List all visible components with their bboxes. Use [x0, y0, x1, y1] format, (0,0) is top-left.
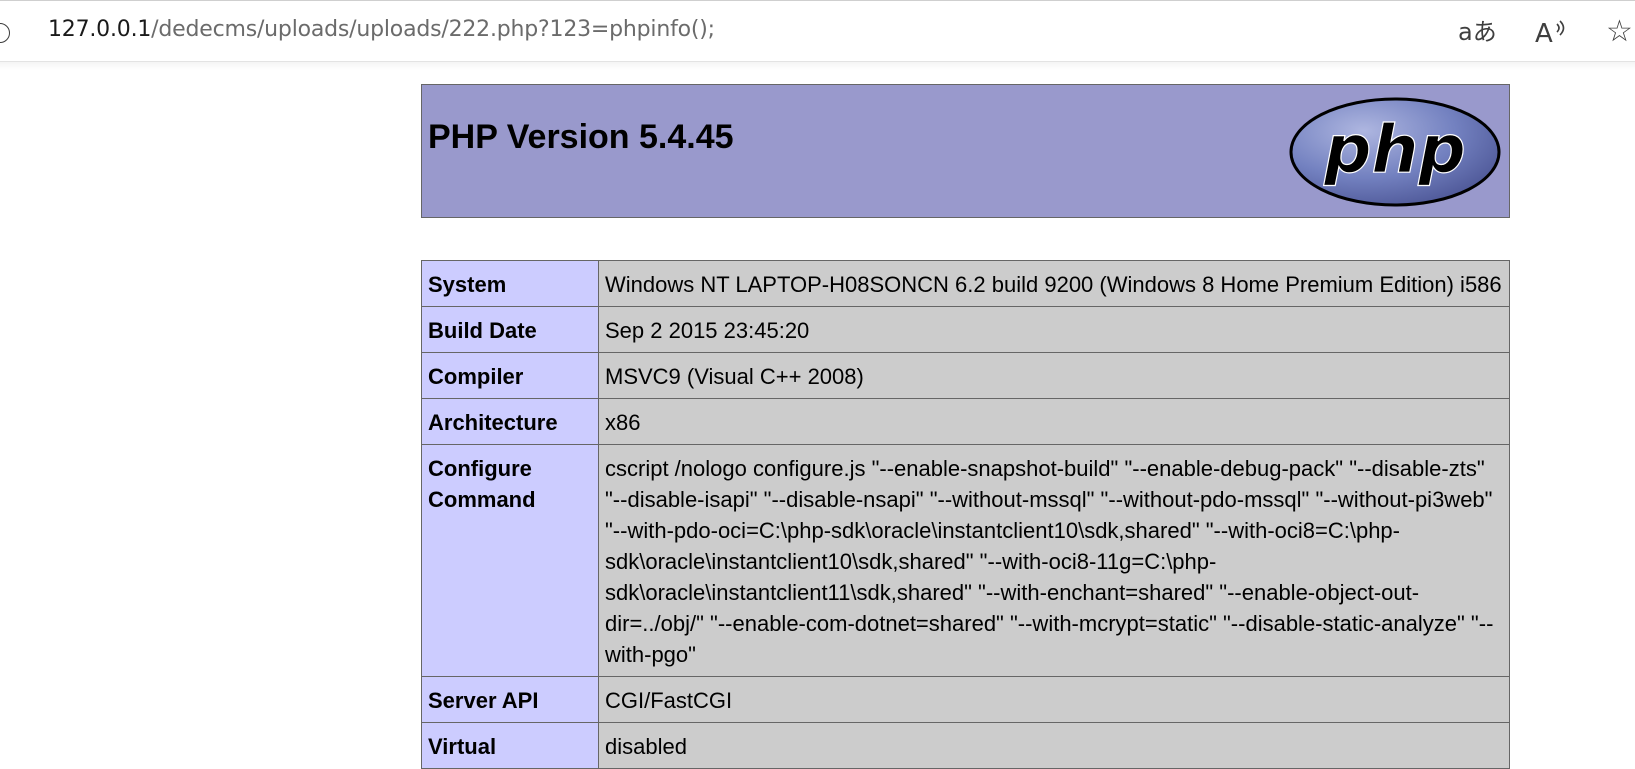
address-bar: 127.0.0.1/dedecms/uploads/uploads/222.ph…	[0, 0, 1635, 62]
info-icon[interactable]	[0, 23, 10, 43]
table-row: Virtual disabled	[421, 722, 1510, 769]
row-value: cscript /nologo configure.js "--enable-s…	[598, 444, 1510, 677]
row-value: disabled	[598, 722, 1510, 769]
row-value: Windows NT LAPTOP-H08SONCN 6.2 build 920…	[598, 260, 1510, 307]
table-row: Build Date Sep 2 2015 23:45:20	[421, 306, 1510, 353]
row-value: MSVC9 (Visual C++ 2008)	[598, 352, 1510, 399]
row-key: Compiler	[421, 352, 599, 399]
table-row: Compiler MSVC9 (Visual C++ 2008)	[421, 352, 1510, 399]
svg-text:A: A	[1535, 19, 1553, 49]
url-field[interactable]: 127.0.0.1/dedecms/uploads/uploads/222.ph…	[48, 17, 715, 42]
phpinfo-header: PHP Version 5.4.45 php	[421, 84, 1510, 218]
translate-icon[interactable]: aあ	[1458, 15, 1497, 49]
table-row: Architecture x86	[421, 398, 1510, 445]
table-row: System Windows NT LAPTOP-H08SONCN 6.2 bui…	[421, 260, 1510, 307]
row-value: Sep 2 2015 23:45:20	[598, 306, 1510, 353]
table-row: Server API CGI/FastCGI	[421, 676, 1510, 723]
toolbar-shadow	[0, 62, 1635, 70]
page-title: PHP Version 5.4.45	[428, 118, 734, 156]
row-key: Architecture	[421, 398, 599, 445]
row-key: Build Date	[421, 306, 599, 353]
table-row: Configure Command cscript /nologo configu…	[421, 444, 1510, 677]
phpinfo-page: PHP Version 5.4.45 php System Windows NT …	[421, 84, 1510, 769]
row-value: CGI/FastCGI	[598, 676, 1510, 723]
php-logo-icon[interactable]: php	[1287, 96, 1503, 208]
url-host: 127.0.0.1	[48, 17, 152, 42]
row-key: System	[421, 260, 599, 307]
read-aloud-glyph: A	[1535, 19, 1565, 49]
row-key: Configure Command	[421, 444, 599, 677]
url-path: /dedecms/uploads/uploads/222.php?123=php…	[151, 17, 715, 42]
read-aloud-icon[interactable]: A	[1534, 15, 1568, 49]
php-logo-text: php	[1323, 111, 1465, 188]
row-value: x86	[598, 398, 1510, 445]
phpinfo-table: System Windows NT LAPTOP-H08SONCN 6.2 bui…	[421, 260, 1510, 769]
star-icon[interactable]: ☆	[1606, 15, 1633, 49]
row-key: Server API	[421, 676, 599, 723]
row-key: Virtual	[421, 722, 599, 769]
